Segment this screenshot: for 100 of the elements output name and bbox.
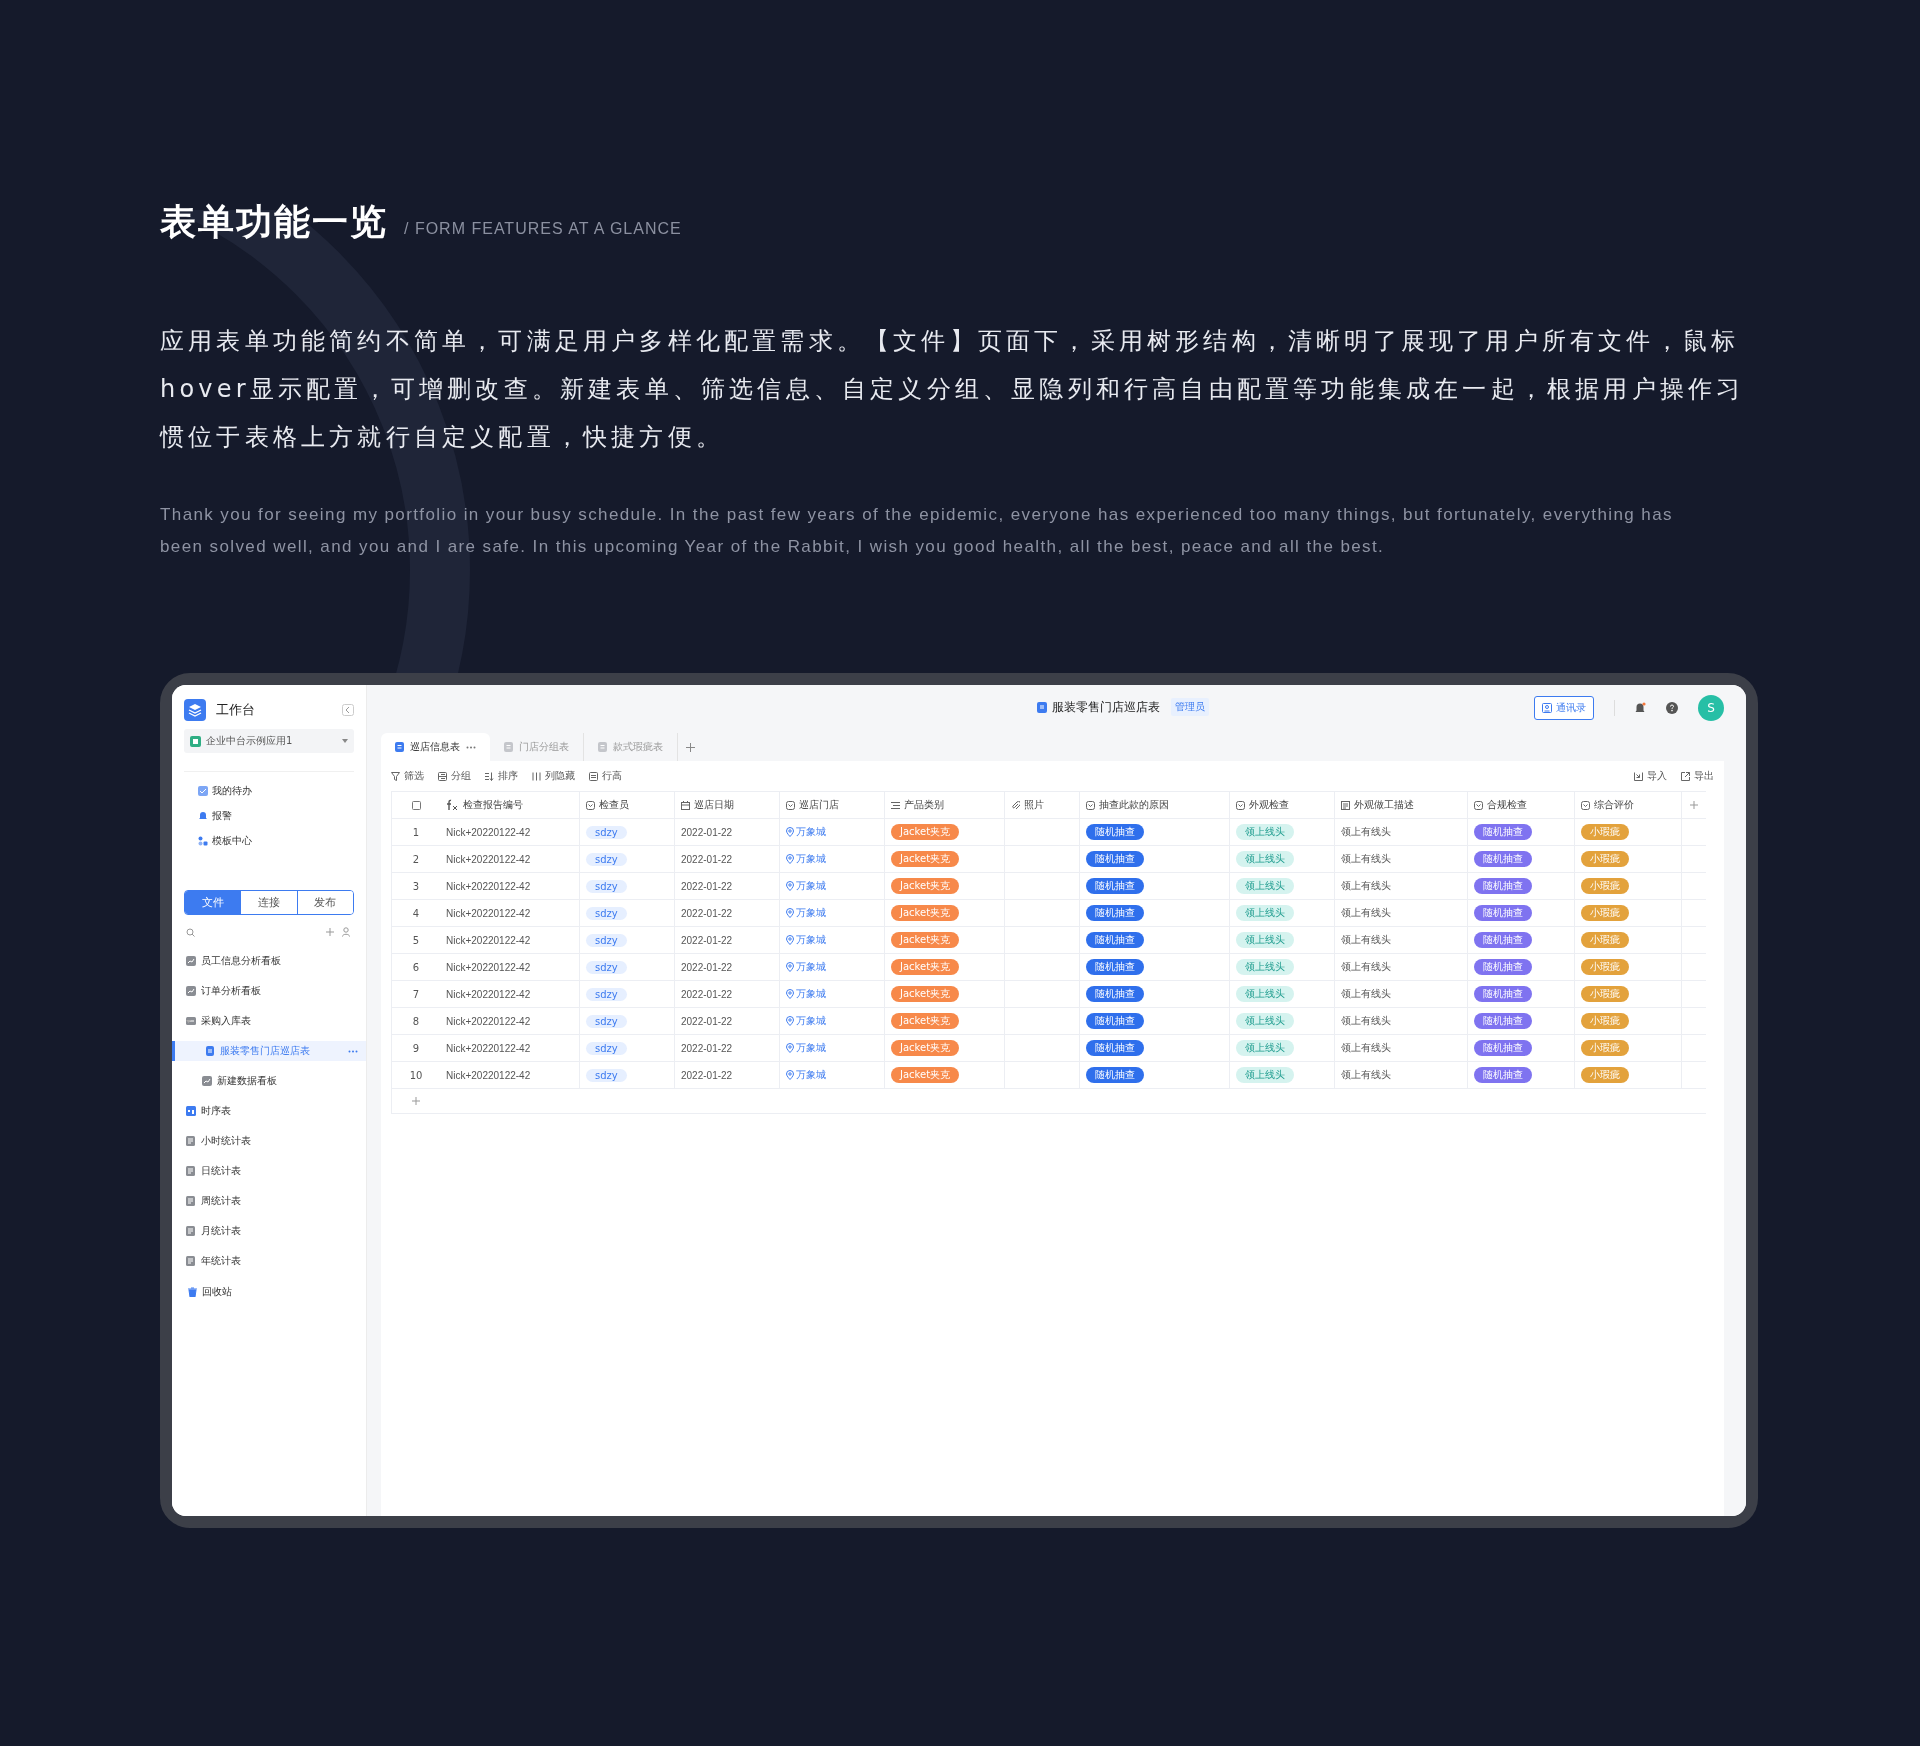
dropdown-icon [586, 800, 595, 810]
table-cell: Nick+20220122-42 [446, 988, 531, 1000]
contact-card-icon [1542, 703, 1552, 713]
file-tree-item[interactable]: 周统计表 [172, 1191, 366, 1211]
checkbox-icon [198, 786, 208, 796]
nav-item[interactable]: 模板中心 [184, 834, 354, 848]
option-tag: Jacket夹克 [891, 1067, 960, 1083]
store-link[interactable]: 万象城 [796, 825, 826, 839]
option-tag: 小瑕疵 [1581, 1013, 1629, 1029]
plus-icon[interactable] [326, 928, 334, 936]
store-link[interactable]: 万象城 [796, 960, 826, 974]
file-tree-item[interactable]: 服装零售门店巡店表 [172, 1041, 366, 1061]
contacts-button[interactable]: 通讯录 [1534, 696, 1594, 720]
location-pin-icon [786, 1016, 794, 1026]
toolbar-button[interactable]: 分组 [438, 769, 471, 783]
more-icon[interactable] [466, 745, 476, 749]
sheet-icon [395, 742, 404, 752]
add-row-icon[interactable] [412, 1097, 420, 1105]
store-link[interactable]: 万象城 [796, 1068, 826, 1082]
toolbar-button[interactable]: 筛选 [391, 769, 424, 783]
user-icon[interactable] [342, 927, 352, 937]
file-tree-item[interactable]: 时序表 [172, 1101, 366, 1121]
more-icon[interactable] [348, 1049, 358, 1053]
add-column-icon[interactable] [1690, 801, 1698, 809]
file-tree-item[interactable]: 日统计表 [172, 1161, 366, 1181]
store-link[interactable]: 万象城 [796, 987, 826, 1001]
location-pin-icon [786, 1070, 794, 1080]
option-tag: 小瑕疵 [1581, 878, 1629, 894]
table-icon [186, 1136, 196, 1146]
toolbar-button[interactable]: 列隐藏 [532, 769, 575, 783]
app-selector[interactable]: 企业中台示例应用1 [184, 729, 354, 753]
column-header[interactable]: 抽查此款的原因 [1080, 792, 1230, 818]
table-cell: Nick+20220122-42 [446, 961, 531, 973]
nav-item[interactable]: 我的待办 [184, 784, 354, 798]
add-tab-icon[interactable] [686, 742, 695, 752]
sheet-tab[interactable]: 巡店信息表 [381, 733, 490, 761]
toolbar-button[interactable]: 导出 [1681, 769, 1714, 783]
row-number: 4 [411, 906, 421, 921]
option-tag: Jacket夹克 [891, 878, 960, 894]
column-header[interactable]: 产品类别 [885, 792, 1005, 818]
help-icon[interactable] [1666, 702, 1678, 714]
page-subtitle: / FORM FEATURES AT A GLANCE [404, 220, 682, 238]
option-tag: 随机抽查 [1474, 851, 1532, 867]
option-tag: 随机抽查 [1086, 1013, 1144, 1029]
store-link[interactable]: 万象城 [796, 933, 826, 947]
app-icon [190, 735, 201, 747]
column-header[interactable]: 合规检查 [1468, 792, 1575, 818]
store-link[interactable]: 万象城 [796, 1041, 826, 1055]
column-header[interactable]: 照片 [1005, 792, 1080, 818]
layers-icon [184, 699, 206, 721]
nav-item[interactable]: 报警 [184, 809, 354, 823]
checkbox-icon[interactable] [411, 800, 421, 810]
file-tree-item[interactable]: 新建数据看板 [172, 1071, 366, 1091]
file-tree-item[interactable]: 年统计表 [172, 1251, 366, 1271]
location-pin-icon [786, 989, 794, 999]
option-tag: 随机抽查 [1474, 1040, 1532, 1056]
column-header[interactable]: 外观做工描述 [1335, 792, 1468, 818]
option-tag: 领上线头 [1236, 986, 1294, 1002]
column-header[interactable]: 检查报告编号 [440, 792, 580, 818]
store-link[interactable]: 万象城 [796, 852, 826, 866]
export-icon [1681, 771, 1690, 781]
option-tag: Jacket夹克 [891, 1013, 960, 1029]
row-number: 6 [411, 960, 421, 975]
store-link[interactable]: 万象城 [796, 1014, 826, 1028]
option-tag: 随机抽查 [1474, 932, 1532, 948]
toolbar-button[interactable]: 排序 [485, 769, 518, 783]
file-tree-item[interactable]: 员工信息分析看板 [172, 951, 366, 971]
column-header[interactable]: 综合评价 [1575, 792, 1682, 818]
table-cell: 领上有线头 [1341, 1014, 1391, 1028]
option-tag: 领上线头 [1236, 1040, 1294, 1056]
column-header[interactable]: 检查员 [580, 792, 675, 818]
document-title: 服装零售门店巡店表 [1051, 698, 1160, 716]
option-tag: 随机抽查 [1086, 878, 1144, 894]
file-tree-item[interactable]: 订单分析看板 [172, 981, 366, 1001]
option-tag: 随机抽查 [1474, 878, 1532, 894]
option-tag: 随机抽查 [1474, 959, 1532, 975]
table-cell: 2022-01-22 [681, 880, 733, 892]
trash-item[interactable]: 回收站 [184, 1285, 354, 1299]
option-tag: 随机抽查 [1474, 986, 1532, 1002]
segment-tab[interactable]: 发布 [296, 891, 353, 914]
collapse-icon[interactable] [342, 704, 354, 716]
column-header[interactable]: 巡店门店 [780, 792, 885, 818]
option-tag: 领上线头 [1236, 851, 1294, 867]
column-header[interactable]: 巡店日期 [675, 792, 780, 818]
location-pin-icon [786, 1043, 794, 1053]
table-cell: 领上有线头 [1341, 879, 1391, 893]
store-link[interactable]: 万象城 [796, 906, 826, 920]
notification-icon[interactable] [1635, 702, 1646, 714]
file-tree-item[interactable]: 小时统计表 [172, 1131, 366, 1151]
toolbar-button[interactable]: 导入 [1634, 769, 1667, 783]
store-link[interactable]: 万象城 [796, 879, 826, 893]
option-tag: 小瑕疵 [1581, 851, 1629, 867]
table-cell: 领上有线头 [1341, 933, 1391, 947]
search-icon[interactable] [186, 927, 195, 937]
file-tree-item[interactable]: 采购入库表 [172, 1011, 366, 1031]
file-tree-item[interactable]: 月统计表 [172, 1221, 366, 1241]
table-icon [186, 1226, 196, 1236]
column-header[interactable]: 外观检查 [1230, 792, 1335, 818]
toolbar-button[interactable]: 行高 [589, 769, 622, 783]
segment-tab[interactable]: 文件 [185, 891, 241, 914]
